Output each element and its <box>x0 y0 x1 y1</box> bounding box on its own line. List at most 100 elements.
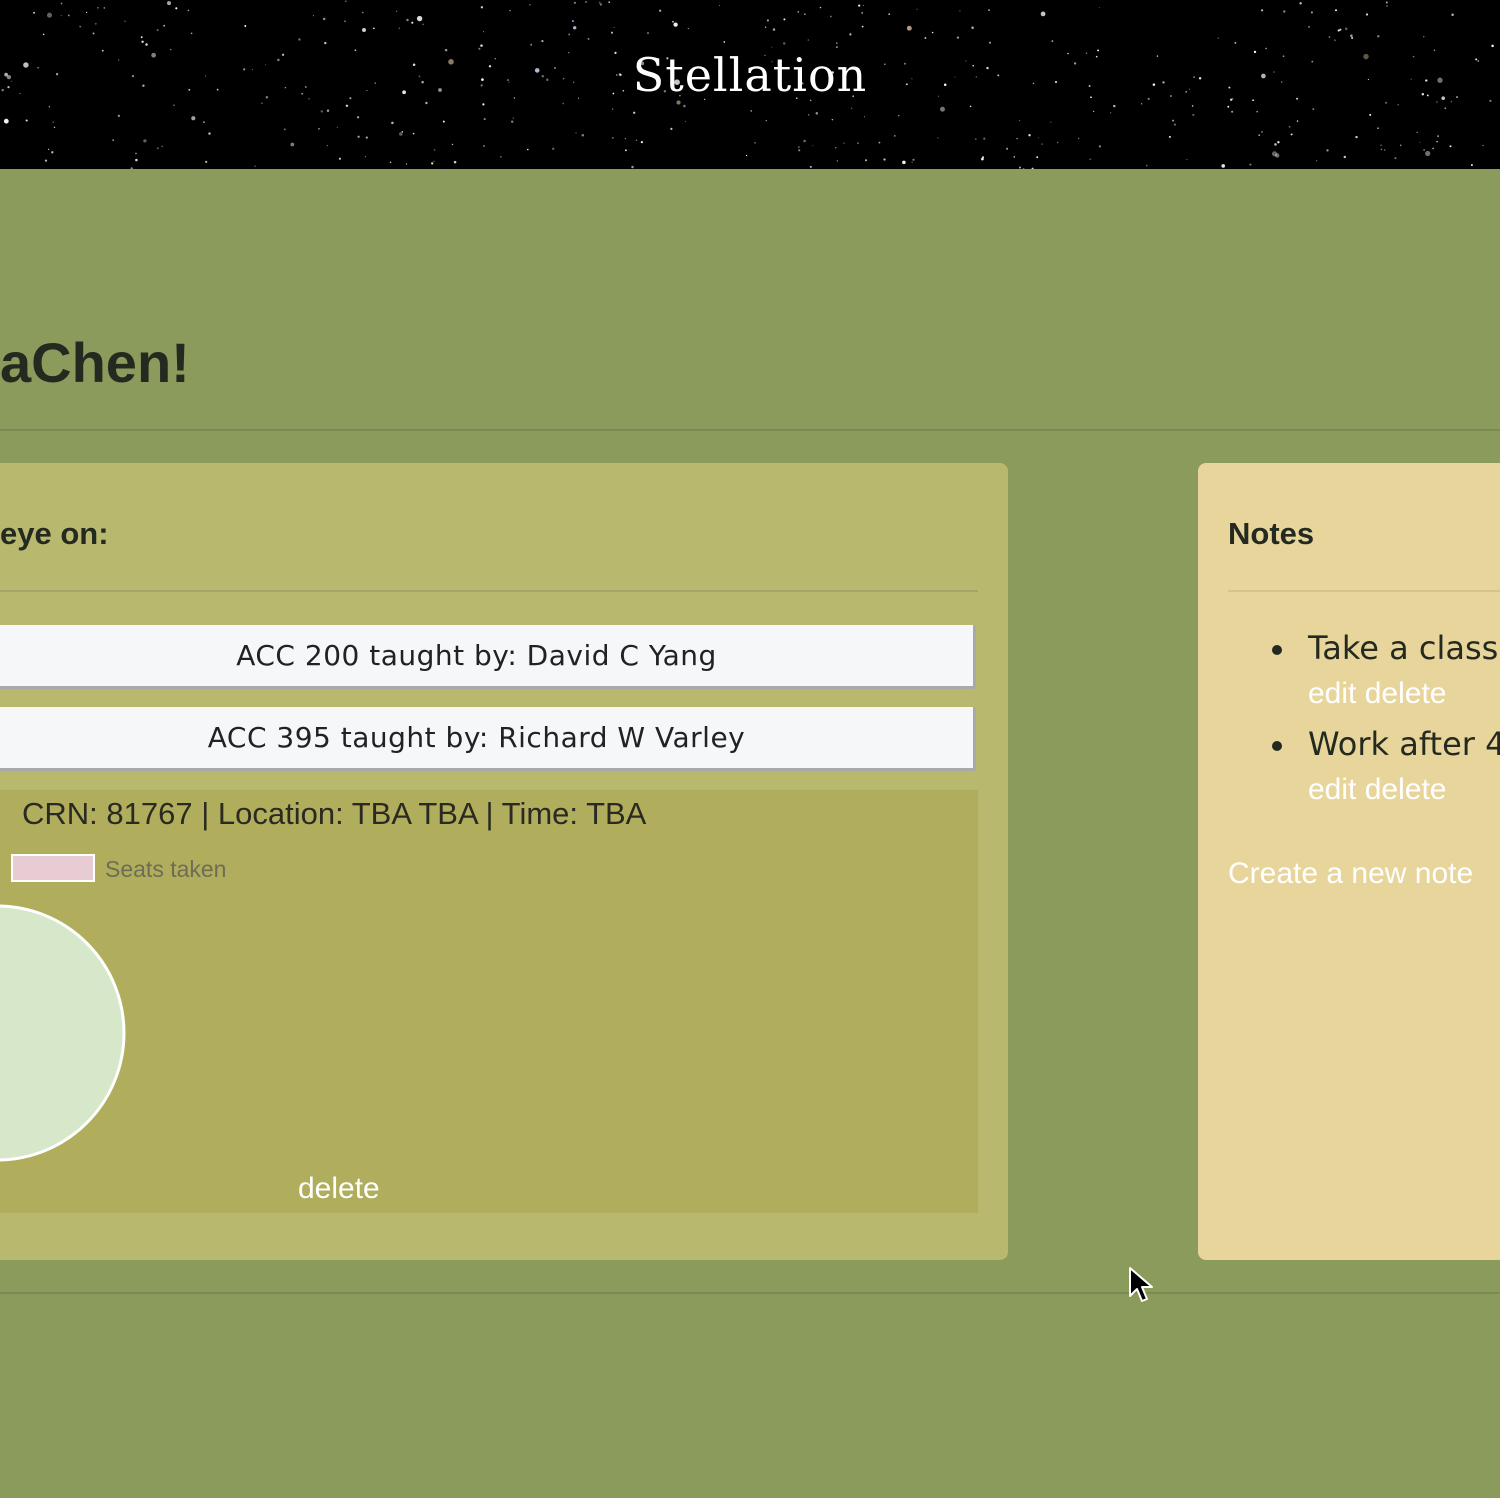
star <box>1256 111 1258 113</box>
star <box>79 25 82 28</box>
star <box>807 39 810 41</box>
pie-slice-seats-open[interactable] <box>0 904 126 1162</box>
star <box>797 146 800 148</box>
star <box>1274 143 1277 146</box>
delete-note-link[interactable]: delete <box>1365 773 1447 806</box>
star <box>364 156 366 158</box>
star <box>1423 149 1425 151</box>
delete-course-link[interactable]: delete <box>298 1172 380 1206</box>
star <box>912 158 915 161</box>
star <box>684 121 686 123</box>
star <box>530 43 533 46</box>
star <box>1437 135 1440 138</box>
star <box>48 148 50 150</box>
star <box>401 131 404 133</box>
star <box>124 20 126 22</box>
star <box>103 7 106 9</box>
star <box>1312 108 1315 111</box>
star <box>831 118 834 121</box>
star <box>1227 105 1230 108</box>
star <box>1037 137 1040 139</box>
star <box>167 1 171 6</box>
star <box>1377 127 1379 129</box>
star <box>924 37 927 39</box>
star <box>956 36 960 39</box>
star <box>442 120 445 123</box>
mouse-cursor-icon <box>1129 1267 1153 1302</box>
star <box>85 11 88 14</box>
star <box>396 10 398 12</box>
star <box>613 27 615 29</box>
star <box>585 1 587 3</box>
divider <box>0 429 1500 431</box>
star <box>1419 141 1421 143</box>
star <box>633 111 636 114</box>
star <box>1397 103 1399 106</box>
star <box>849 33 852 36</box>
star <box>1041 143 1043 145</box>
star <box>425 101 428 105</box>
edit-note-link[interactable]: edit <box>1308 773 1356 806</box>
star <box>608 1 611 4</box>
star <box>902 160 906 165</box>
star <box>612 137 614 139</box>
star <box>1328 36 1331 38</box>
star <box>482 103 485 106</box>
star <box>433 160 435 162</box>
star <box>143 139 147 143</box>
star <box>850 107 853 110</box>
star <box>1089 158 1092 161</box>
star <box>808 114 810 116</box>
star <box>916 8 918 10</box>
star <box>324 41 327 45</box>
watchlist-divider <box>0 590 978 592</box>
star <box>1425 150 1431 157</box>
star <box>1288 125 1291 128</box>
star <box>345 104 349 108</box>
delete-note-link[interactable]: delete <box>1365 677 1447 710</box>
star <box>67 14 70 17</box>
star <box>573 26 577 30</box>
star <box>863 4 865 6</box>
star <box>1316 160 1318 162</box>
star <box>1192 113 1195 116</box>
notes-title: Notes <box>1228 516 1315 551</box>
star <box>1173 123 1176 126</box>
star <box>322 17 326 21</box>
star <box>1436 140 1438 143</box>
star <box>1423 36 1425 38</box>
star <box>804 13 806 15</box>
star <box>1217 37 1219 39</box>
star <box>412 132 415 135</box>
star <box>1307 25 1311 28</box>
note-text: Take a class <box>1308 629 1499 667</box>
star <box>1172 119 1175 122</box>
star <box>46 12 53 18</box>
star <box>1482 144 1484 147</box>
brand-title[interactable]: Stellation <box>0 48 1500 102</box>
create-note-link[interactable]: Create a new note <box>1228 857 1473 891</box>
star <box>981 156 985 159</box>
course-button-acc200[interactable]: ACC 200 taught by: David C Yang <box>0 625 976 689</box>
course-button-acc395[interactable]: ACC 395 taught by: Richard W Varley <box>0 707 976 771</box>
star <box>598 1 601 4</box>
star <box>1186 158 1188 160</box>
star <box>44 159 48 162</box>
star <box>298 38 301 41</box>
star <box>416 15 423 22</box>
star <box>338 157 341 160</box>
bullet-icon <box>1272 741 1282 751</box>
star <box>433 149 436 151</box>
star <box>480 6 484 9</box>
star <box>203 121 205 123</box>
star <box>718 4 721 6</box>
note-text: Work after 4 <box>1308 725 1500 763</box>
star <box>3 118 9 124</box>
star <box>356 116 360 119</box>
star <box>453 160 457 164</box>
star <box>411 21 414 24</box>
star <box>575 132 577 134</box>
star <box>640 140 644 144</box>
star <box>911 161 913 163</box>
edit-note-link[interactable]: edit <box>1308 677 1356 710</box>
